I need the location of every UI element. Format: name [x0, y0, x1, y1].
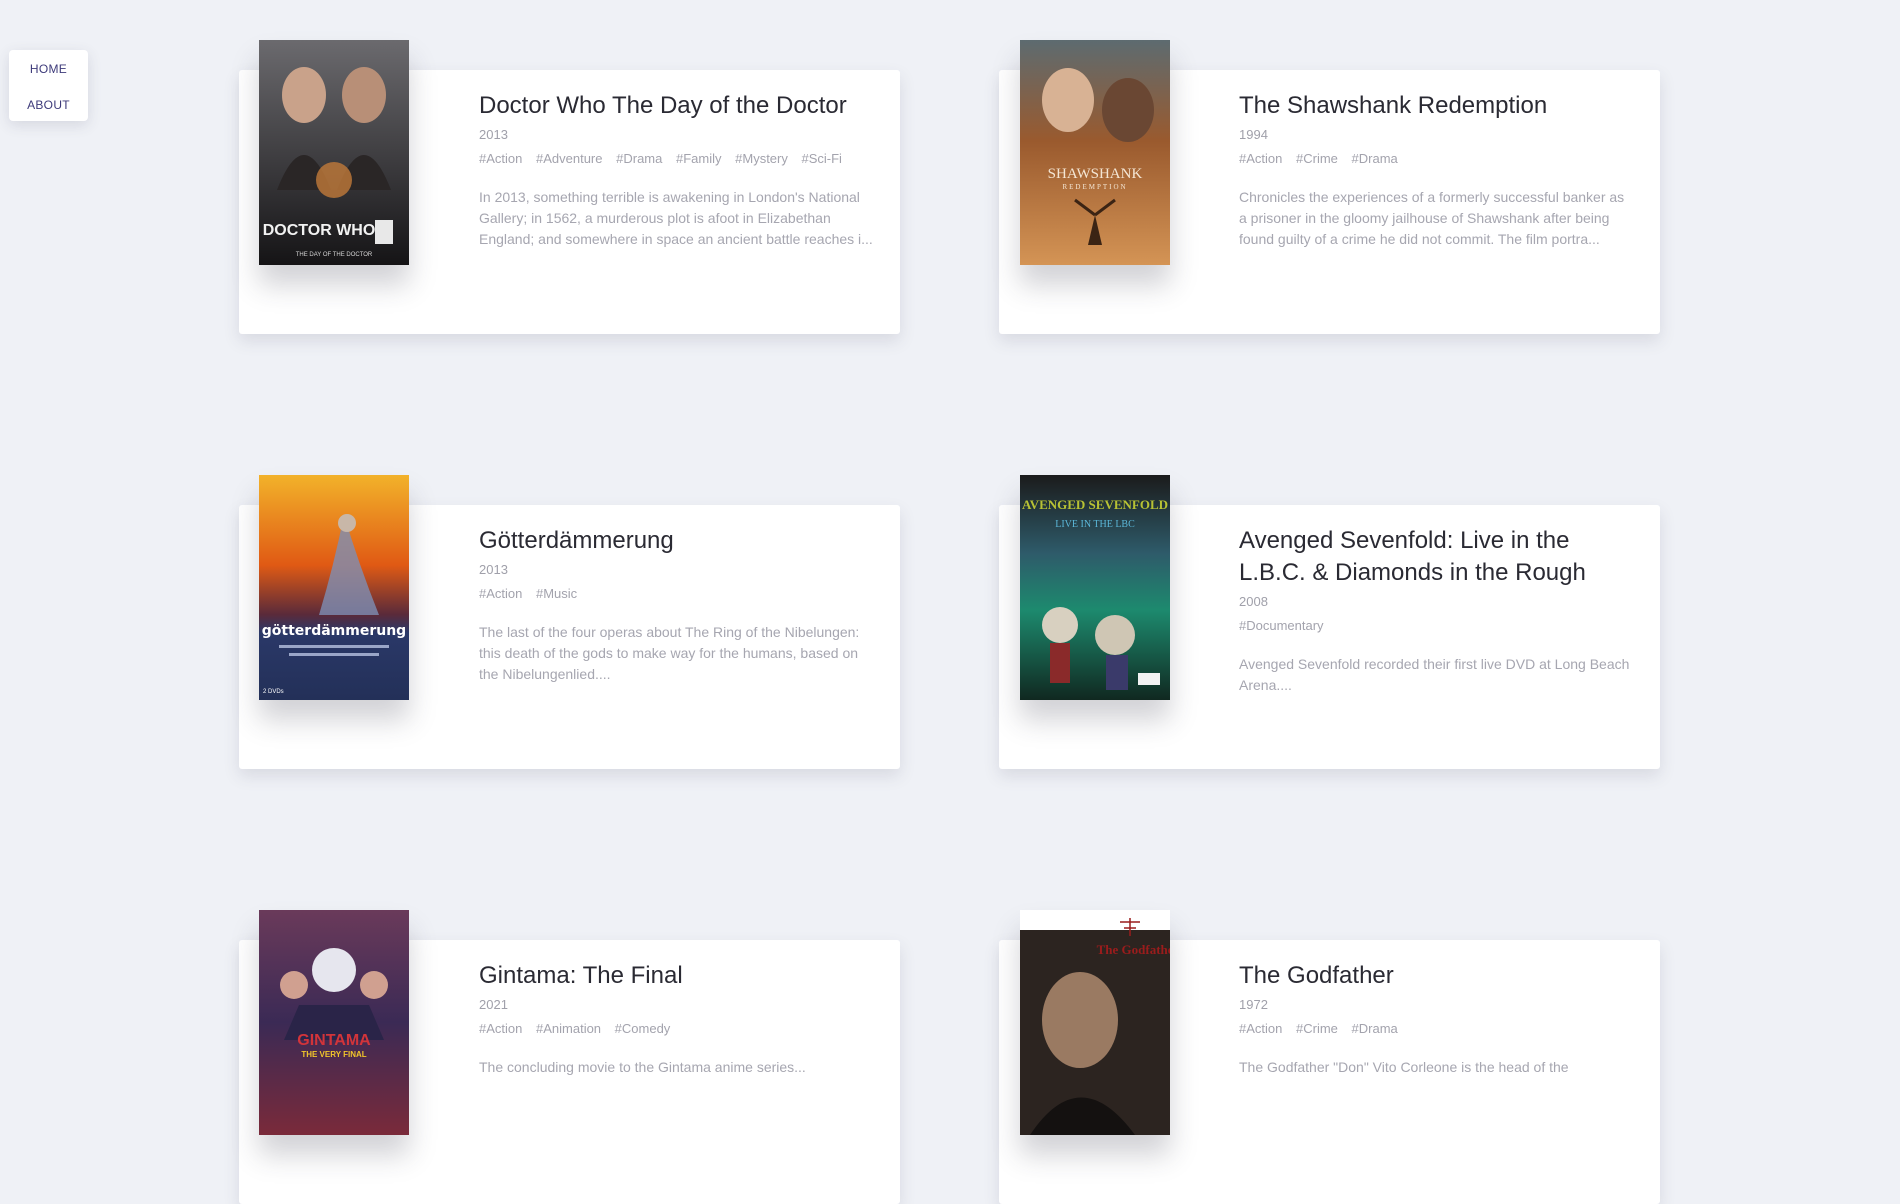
movie-poster[interactable]: SHAWSHANK REDEMPTION [1020, 40, 1170, 265]
movie-info: The Shawshank Redemption 1994 #Action #C… [1239, 90, 1634, 250]
movie-title[interactable]: The Godfather [1239, 960, 1634, 992]
movie-year: 2013 [479, 562, 508, 577]
poster-subcaption: LIVE IN THE LBC [1055, 519, 1135, 530]
movie-info: The Godfather 1972 #Action #Crime #Drama… [1239, 960, 1634, 1078]
poster-subcaption: REDEMPTION [1062, 183, 1127, 191]
genre-tags: #Action #Animation #Comedy [479, 1021, 874, 1037]
movie-description: In 2013, something terrible is awakening… [479, 189, 873, 247]
movie-description: Avenged Sevenfold recorded their first l… [1239, 656, 1630, 693]
genre-tags: #Action #Adventure #Drama #Family #Myste… [479, 151, 874, 167]
movie-year: 2008 [1239, 594, 1268, 609]
movie-description: The last of the four operas about The Ri… [479, 624, 860, 682]
movie-poster[interactable]: AVENGED SEVENFOLD LIVE IN THE LBC [1020, 475, 1170, 700]
nav-home-link[interactable]: HOME [9, 62, 88, 76]
genre-tag[interactable]: #Action [479, 1021, 522, 1036]
poster-caption: SHAWSHANK [1048, 166, 1143, 182]
movie-title[interactable]: Götterdämmerung [479, 525, 874, 557]
movie-title[interactable]: Gintama: The Final [479, 960, 874, 992]
genre-tag[interactable]: #Animation [536, 1021, 601, 1036]
genre-tags: #Action #Crime #Drama [1239, 1021, 1634, 1037]
movie-poster[interactable]: The Godfather [1020, 910, 1170, 1135]
poster-caption: AVENGED SEVENFOLD [1022, 497, 1168, 512]
genre-tag[interactable]: #Crime [1296, 151, 1338, 166]
poster-caption: GINTAMA [297, 1032, 371, 1049]
genre-tag[interactable]: #Documentary [1239, 618, 1324, 633]
movie-description: Chronicles the experiences of a formerly… [1239, 189, 1625, 247]
genre-tag[interactable]: #Drama [1352, 151, 1398, 166]
genre-tag[interactable]: #Music [536, 586, 577, 601]
genre-tag[interactable]: #Crime [1296, 1021, 1338, 1036]
movie-year: 2013 [479, 127, 508, 142]
genre-tag[interactable]: #Adventure [536, 151, 603, 166]
genre-tag[interactable]: #Sci-Fi [802, 151, 842, 166]
movie-year: 1994 [1239, 127, 1268, 142]
nav-about-link[interactable]: ABOUT [9, 98, 88, 112]
genre-tag[interactable]: #Drama [1352, 1021, 1398, 1036]
movie-title[interactable]: Avenged Sevenfold: Live in the L.B.C. & … [1239, 525, 1634, 589]
genre-tag[interactable]: #Family [676, 151, 722, 166]
movie-info: Gintama: The Final 2021 #Action #Animati… [479, 960, 874, 1078]
genre-tag[interactable]: #Action [1239, 151, 1282, 166]
genre-tag[interactable]: #Action [479, 151, 522, 166]
poster-subcaption: 2 DVDs [263, 689, 284, 695]
genre-tag[interactable]: #Action [1239, 1021, 1282, 1036]
genre-tags: #Action #Crime #Drama [1239, 151, 1634, 167]
poster-caption: The Godfather [1097, 942, 1170, 957]
movie-title[interactable]: The Shawshank Redemption [1239, 90, 1634, 122]
poster-subcaption: THE VERY FINAL [301, 1050, 366, 1059]
genre-tags: #Documentary [1239, 618, 1634, 634]
poster-caption: DOCTOR WHO [263, 222, 376, 239]
genre-tag[interactable]: #Drama [616, 151, 662, 166]
side-nav: HOME ABOUT [9, 50, 88, 121]
movie-year: 2021 [479, 997, 508, 1012]
genre-tag[interactable]: #Action [479, 586, 522, 601]
poster-caption: götterdämmerung [262, 623, 406, 639]
movie-title[interactable]: Doctor Who The Day of the Doctor [479, 90, 874, 122]
movie-poster[interactable]: götterdämmerung 2 DVDs [259, 475, 409, 700]
poster-subcaption: THE DAY OF THE DOCTOR [296, 252, 373, 258]
genre-tag[interactable]: #Comedy [615, 1021, 671, 1036]
movie-info: Götterdämmerung 2013 #Action #Music The … [479, 525, 874, 685]
movie-year: 1972 [1239, 997, 1268, 1012]
movie-poster[interactable]: GINTAMA THE VERY FINAL [259, 910, 409, 1135]
movie-info: Doctor Who The Day of the Doctor 2013 #A… [479, 90, 874, 250]
genre-tags: #Action #Music [479, 586, 874, 602]
movie-info: Avenged Sevenfold: Live in the L.B.C. & … [1239, 525, 1634, 696]
movie-poster[interactable]: DOCTOR WHO THE DAY OF THE DOCTOR [259, 40, 409, 265]
genre-tag[interactable]: #Mystery [735, 151, 788, 166]
